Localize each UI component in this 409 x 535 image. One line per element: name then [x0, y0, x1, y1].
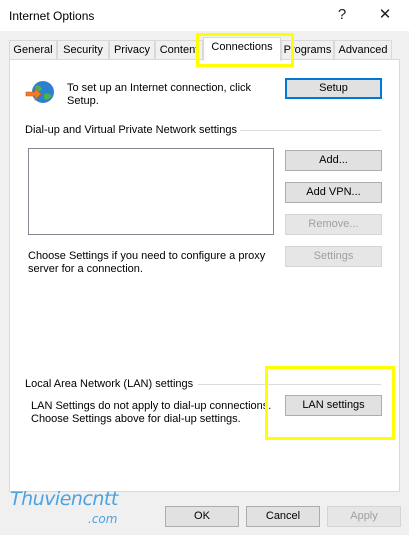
- add-vpn-button[interactable]: Add VPN...: [285, 182, 382, 203]
- remove-button[interactable]: Remove...: [285, 214, 382, 235]
- add-button[interactable]: Add...: [285, 150, 382, 171]
- help-button[interactable]: ?: [330, 4, 354, 26]
- setup-button[interactable]: Setup: [285, 78, 382, 99]
- settings-button[interactable]: Settings: [285, 246, 382, 267]
- lan-description-line1: LAN Settings do not apply to dial-up con…: [31, 400, 272, 412]
- lan-description-line2: Choose Settings above for dial-up settin…: [31, 413, 241, 425]
- setup-description-line1: To set up an Internet connection, click: [67, 82, 252, 94]
- watermark-logo: Thuviencntt: [10, 488, 118, 510]
- proxy-description-line1: Choose Settings if you need to configure…: [28, 250, 266, 262]
- watermark-domain: .com: [88, 512, 118, 526]
- lan-settings-highlight: [265, 366, 395, 440]
- lan-section-header: Local Area Network (LAN) settings: [25, 378, 194, 390]
- tab-advanced[interactable]: Advanced: [334, 40, 392, 60]
- dialup-section-header: Dial-up and Virtual Private Network sett…: [25, 124, 237, 136]
- tab-general[interactable]: General: [9, 40, 57, 60]
- close-button[interactable]: ✕: [373, 4, 397, 26]
- setup-description-line2: Setup.: [67, 95, 99, 107]
- dialup-separator: [240, 130, 381, 131]
- cancel-button[interactable]: Cancel: [246, 506, 320, 527]
- connections-tab-highlight: [196, 33, 294, 67]
- connections-list[interactable]: [28, 148, 274, 235]
- apply-button[interactable]: Apply: [327, 506, 401, 527]
- tab-privacy[interactable]: Privacy: [109, 40, 155, 60]
- window-title: Internet Options: [9, 9, 95, 23]
- internet-connection-icon: [25, 81, 54, 103]
- proxy-description-line2: server for a connection.: [28, 263, 143, 275]
- tab-security[interactable]: Security: [57, 40, 109, 60]
- ok-button[interactable]: OK: [165, 506, 239, 527]
